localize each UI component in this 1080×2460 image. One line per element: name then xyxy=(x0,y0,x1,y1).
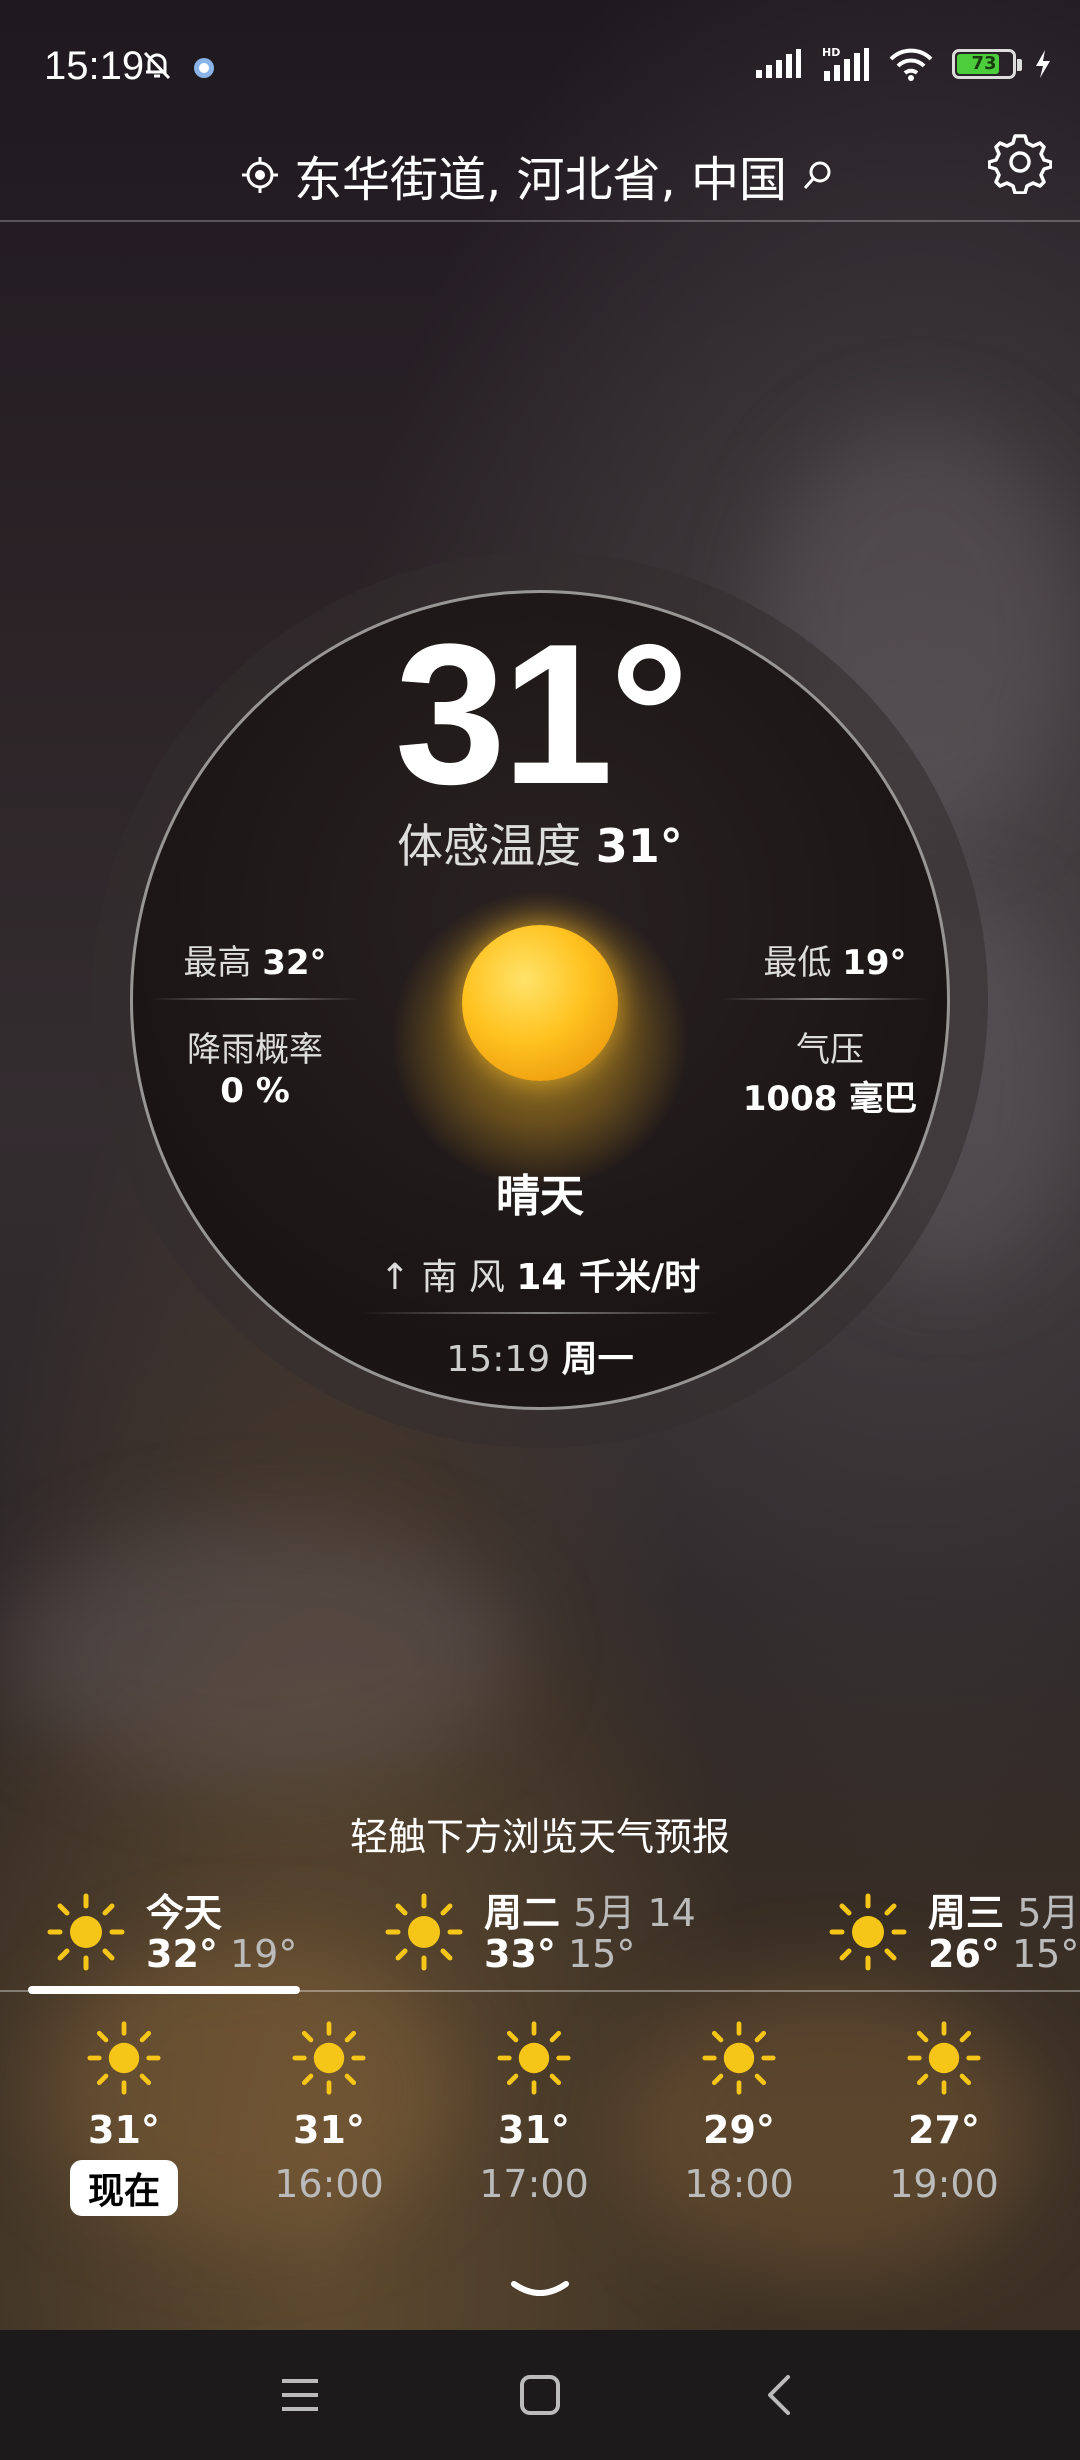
status-time: 15:19 xyxy=(44,44,145,88)
high-label: 最高 xyxy=(183,943,252,983)
battery-icon: 73 xyxy=(952,49,1022,79)
current-temperature: 31° xyxy=(394,603,689,826)
location-selector[interactable]: 东华街道, 河北省, 中国 xyxy=(240,130,835,220)
day-date: 5月 14 xyxy=(573,1891,696,1935)
hour-time: 17:00 xyxy=(479,2162,589,2206)
divider xyxy=(360,1312,720,1314)
current-time: 15:19 周一 xyxy=(0,1330,1080,1382)
hour-temp: 31° xyxy=(293,2108,365,2152)
wind-speed: 14 千米/时 xyxy=(516,1257,701,1298)
sun-icon xyxy=(86,2020,162,2096)
feels-like-value: 31° xyxy=(595,819,683,873)
settings-icon[interactable] xyxy=(988,130,1052,194)
notification-app-icon xyxy=(194,58,214,78)
pressure-value: 1008 毫巴 xyxy=(742,1079,918,1119)
clock-weekday: 周一 xyxy=(561,1339,634,1380)
hourly-forecast-item[interactable]: 27° 19:00 xyxy=(864,2020,1024,2206)
sun-icon xyxy=(828,1892,908,1972)
day-name: 周三 xyxy=(928,1891,1005,1935)
hourly-forecast-item[interactable]: 31° 现在 xyxy=(44,2020,204,2216)
status-icons: HD 73 xyxy=(754,42,1052,86)
location-icon xyxy=(242,157,278,193)
charging-icon xyxy=(1036,50,1050,78)
chevron-down-icon[interactable] xyxy=(510,2276,570,2306)
day-low: 19° xyxy=(229,1932,298,1976)
feels-like: 体感温度 31° xyxy=(0,810,1080,876)
high-temperature: 最高 32° xyxy=(170,935,340,984)
search-icon[interactable] xyxy=(801,158,835,192)
day-high: 33° xyxy=(484,1932,556,1976)
pressure-label: 气压 xyxy=(796,1030,864,1070)
day-name: 今天 xyxy=(146,1891,223,1935)
hourly-forecast-item[interactable]: 29° 18:00 xyxy=(659,2020,819,2206)
hour-time: 18:00 xyxy=(684,2162,794,2206)
location-header: 东华街道, 河北省, 中国 xyxy=(0,130,1080,222)
hour-temp: 27° xyxy=(908,2108,980,2152)
clock-time: 15:19 xyxy=(446,1339,551,1380)
selected-day-indicator xyxy=(28,1986,300,1994)
rain-label: 降雨概率 xyxy=(187,1030,323,1070)
location-name: 东华街道, 河北省, 中国 xyxy=(294,152,788,208)
signal-icon xyxy=(756,49,801,78)
hour-time: 16:00 xyxy=(274,2162,384,2206)
svg-text:HD: HD xyxy=(822,46,840,59)
battery-level: 73 xyxy=(971,53,997,74)
feels-like-label: 体感温度 xyxy=(397,819,582,873)
wind-arrow-icon: ↑ xyxy=(379,1257,411,1298)
day-date: 5月 xyxy=(1017,1891,1080,1935)
sun-icon xyxy=(46,1892,126,1972)
navigation-bar xyxy=(0,2330,1080,2460)
sun-icon xyxy=(291,2020,367,2096)
low-temperature: 最低 19° xyxy=(750,935,920,984)
hour-time: 19:00 xyxy=(889,2162,999,2206)
home-icon[interactable] xyxy=(510,2365,570,2425)
day-high: 26° xyxy=(928,1932,1000,1976)
day-low: 15° xyxy=(1011,1932,1080,1976)
divider xyxy=(150,998,360,1000)
hour-temp: 31° xyxy=(498,2108,570,2152)
now-badge: 现在 xyxy=(69,2160,178,2216)
hourly-forecast-item[interactable]: 31° 16:00 xyxy=(249,2020,409,2206)
hour-temp: 31° xyxy=(88,2108,160,2152)
day-low: 15° xyxy=(567,1932,636,1976)
low-label: 最低 xyxy=(763,943,832,983)
menu-icon[interactable] xyxy=(270,2365,330,2425)
rain-probability: 降雨概率 0 % xyxy=(150,1022,360,1111)
status-bar: 15:19 HD 73 xyxy=(0,0,1080,130)
high-value: 32° xyxy=(262,943,327,983)
sun-icon xyxy=(384,1892,464,1972)
hourly-forecast-item[interactable]: 31° 17:00 xyxy=(454,2020,614,2206)
hour-temp: 29° xyxy=(703,2108,775,2152)
forecast-hint: 轻触下方浏览天气预报 xyxy=(349,1815,730,1859)
sun-icon xyxy=(462,925,618,1081)
bell-off-icon xyxy=(143,51,171,80)
weather-condition: 晴天 xyxy=(496,1171,584,1222)
wifi-icon xyxy=(889,48,933,81)
sun-icon xyxy=(701,2020,777,2096)
back-icon[interactable] xyxy=(750,2365,810,2425)
background-cloud xyxy=(0,1520,520,1780)
day-high: 32° xyxy=(146,1932,218,1976)
hd-signal-icon: HD xyxy=(822,46,869,81)
wind-direction: 南 风 xyxy=(421,1257,505,1298)
sun-icon xyxy=(496,2020,572,2096)
divider xyxy=(720,998,930,1000)
rain-value: 0 % xyxy=(220,1071,290,1111)
pressure: 气压 1008 毫巴 xyxy=(720,1022,940,1120)
wind-info: ↑ 南 风 14 千米/时 xyxy=(0,1248,1080,1300)
day-name: 周二 xyxy=(484,1891,561,1935)
sun-icon xyxy=(906,2020,982,2096)
low-value: 19° xyxy=(842,943,907,983)
